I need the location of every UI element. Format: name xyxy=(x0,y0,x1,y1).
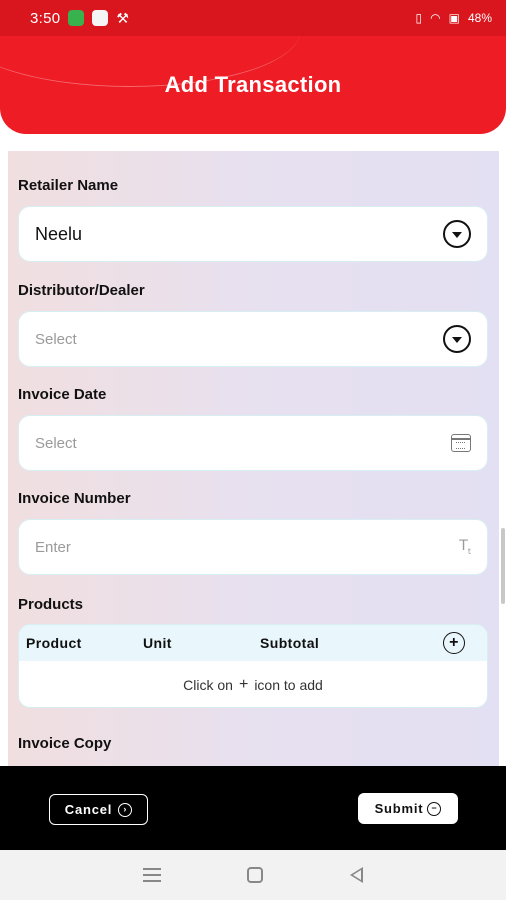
column-header-product: Product xyxy=(26,635,82,651)
chevron-down-icon[interactable] xyxy=(443,325,471,353)
add-product-button[interactable]: + xyxy=(443,632,465,654)
products-table-header: Product Unit Subtotal + xyxy=(19,625,487,661)
products-table: Product Unit Subtotal + Click on + icon … xyxy=(18,624,488,708)
invoice-date-label: Invoice Date xyxy=(18,386,107,403)
cancel-button[interactable]: Cancel › xyxy=(49,794,148,825)
transaction-form: Retailer Name Neelu Distributor/Dealer S… xyxy=(8,151,499,766)
products-empty-state: Click on + icon to add xyxy=(19,661,487,707)
cancel-icon: › xyxy=(118,802,133,817)
vibrate-icon: ▯ xyxy=(415,11,423,25)
battery-percent: 48% xyxy=(467,11,492,25)
invoice-date-picker[interactable]: Select xyxy=(18,415,488,471)
retailer-name-label: Retailer Name xyxy=(18,177,119,194)
chevron-down-icon[interactable] xyxy=(443,220,471,248)
products-label: Products xyxy=(18,596,84,613)
recent-apps-icon[interactable] xyxy=(143,868,162,882)
scrollbar[interactable] xyxy=(501,528,505,604)
distributor-label: Distributor/Dealer xyxy=(18,282,145,299)
app-header: Add Transaction xyxy=(0,36,506,134)
column-header-subtotal: Subtotal xyxy=(260,635,320,651)
wifi-icon: ◠ xyxy=(430,11,441,25)
retailer-name-value: Neelu xyxy=(35,223,83,244)
distributor-placeholder: Select xyxy=(35,330,77,348)
distributor-select[interactable]: Select xyxy=(18,311,488,367)
notification-app-icon xyxy=(68,10,85,26)
invoice-number-input[interactable]: Enter Tt xyxy=(18,519,488,575)
submit-icon: − xyxy=(427,801,442,816)
empty-state-suffix: icon to add xyxy=(254,677,323,693)
battery-icon: ▣ xyxy=(448,11,460,25)
action-bar: Cancel › Submit − xyxy=(0,766,506,850)
system-nav-bar xyxy=(0,850,506,900)
page-title: Add Transaction xyxy=(164,72,342,97)
notification-network-icon: ⚒ xyxy=(116,10,129,26)
submit-label: Submit xyxy=(374,801,424,816)
invoice-number-label: Invoice Number xyxy=(18,490,131,507)
home-icon[interactable] xyxy=(247,867,264,883)
text-type-icon: Tt xyxy=(459,538,471,556)
empty-state-prefix: Click on xyxy=(183,677,233,693)
status-left: 3:50 ⚒ xyxy=(30,10,129,27)
invoice-date-placeholder: Select xyxy=(35,434,77,452)
invoice-copy-label: Invoice Copy xyxy=(18,735,112,752)
plus-icon: + xyxy=(238,676,249,693)
back-icon[interactable] xyxy=(349,867,363,883)
status-right: ▯ ◠ ▣ 48% xyxy=(416,11,492,25)
status-bar: 3:50 ⚒ ▯ ◠ ▣ 48% xyxy=(0,0,506,36)
invoice-number-placeholder: Enter xyxy=(35,538,71,556)
retailer-name-select[interactable]: Neelu xyxy=(18,206,488,262)
cancel-label: Cancel xyxy=(64,802,113,817)
status-time: 3:50 xyxy=(30,9,61,27)
submit-button[interactable]: Submit − xyxy=(358,793,458,824)
column-header-unit: Unit xyxy=(143,635,172,651)
notification-app-icon xyxy=(92,10,109,26)
calendar-icon[interactable] xyxy=(451,434,471,452)
